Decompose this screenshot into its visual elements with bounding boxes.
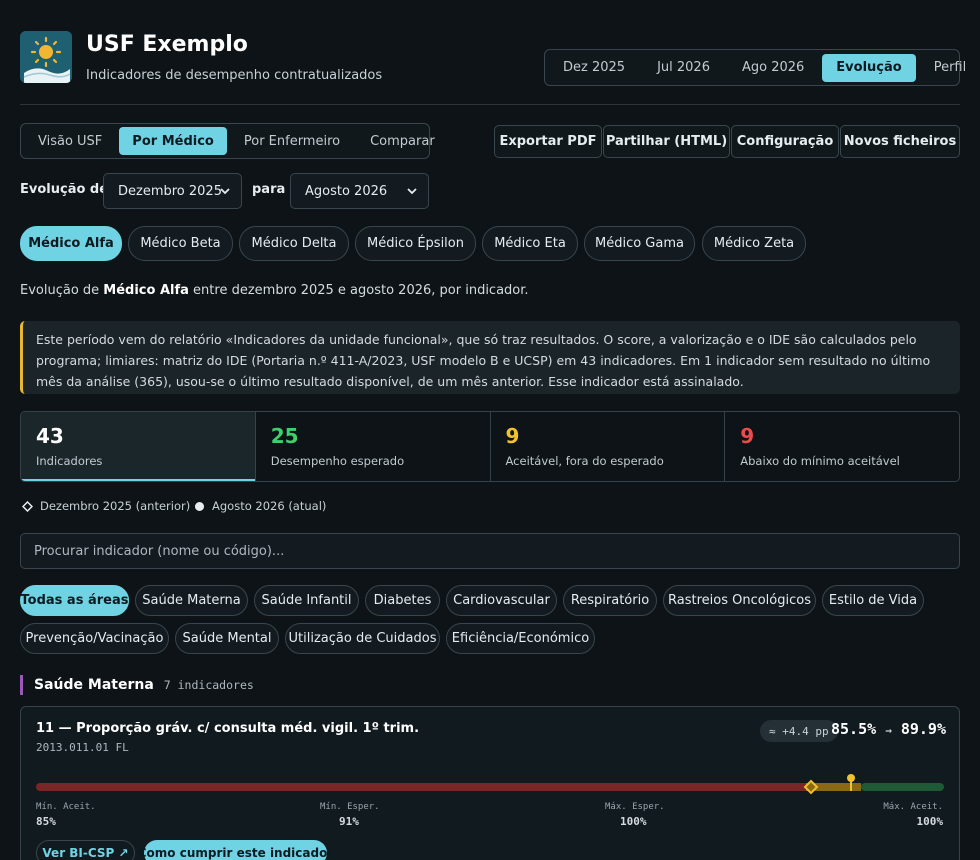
area-pill-saude-infantil[interactable]: Saúde Infantil	[254, 585, 359, 616]
threshold-max-acceptable-label: Máx. Aceit.	[883, 802, 943, 812]
evolution-to-label: para	[252, 182, 286, 197]
area-pill-saude-materna[interactable]: Saúde Materna	[135, 585, 248, 616]
doctor-pill-alfa[interactable]: Médico Alfa	[20, 226, 122, 261]
bi-csp-link[interactable]: Ver BI-CSP ↗	[36, 840, 135, 860]
intro-suffix: entre dezembro 2025 e agosto 2026, por i…	[188, 283, 529, 298]
previous-value: 85.5%	[831, 720, 877, 738]
indicator-code: 2013.011.01 FL	[36, 741, 129, 754]
evolution-intro: Evolução de Médico Alfa entre dezembro 2…	[20, 283, 529, 298]
arrow-right-icon: →	[885, 724, 892, 737]
stat-indicators[interactable]: 43 Indicadores	[21, 412, 256, 481]
stat-value: 9	[740, 424, 755, 448]
tab-jul-2026[interactable]: Jul 2026	[643, 54, 724, 82]
sun-landscape-icon	[20, 31, 72, 83]
section-count: 7 indicadores	[163, 678, 254, 692]
area-pill-saude-mental[interactable]: Saúde Mental	[175, 623, 279, 654]
evolution-from-value: Dezembro 2025	[118, 183, 222, 199]
stat-caption: Desempenho esperado	[270, 454, 405, 468]
tab-perfil[interactable]: Perfil	[920, 54, 980, 82]
stat-expected[interactable]: 25 Desempenho esperado	[256, 412, 491, 481]
area-pill-cardiovascular[interactable]: Cardiovascular	[446, 585, 557, 616]
share-html-button[interactable]: Partilhar (HTML)	[603, 125, 730, 158]
tab-por-enfermeiro[interactable]: Por Enfermeiro	[231, 127, 353, 155]
section-title: Saúde Materna	[34, 677, 154, 693]
doctor-pill-zeta[interactable]: Médico Zeta	[702, 226, 806, 261]
legend-previous-label: Dezembro 2025 (anterior)	[40, 499, 191, 513]
search-input[interactable]: Procurar indicador (nome ou código)...	[20, 533, 960, 569]
stat-value: 25	[270, 424, 299, 448]
area-pill-respiratorio[interactable]: Respiratório	[563, 585, 657, 616]
evolution-to-value: Agosto 2026	[305, 183, 388, 199]
zone-expected	[861, 783, 944, 791]
indicator-card[interactable]: 11 — Proporção gráv. c/ consulta méd. vi…	[20, 706, 960, 860]
stat-acceptable[interactable]: 9 Aceitável, fora do esperado	[491, 412, 726, 481]
chevron-down-icon	[407, 188, 417, 195]
header-divider	[20, 104, 960, 105]
dot-marker-icon	[195, 501, 204, 511]
threshold-min-acceptable-value: 85%	[36, 815, 56, 828]
doctor-pill-epsilon[interactable]: Médico Épsilon	[355, 226, 476, 261]
area-pill-diabetes[interactable]: Diabetes	[365, 585, 440, 616]
stat-value: 43	[36, 424, 64, 448]
how-to-comply-button[interactable]: Como cumprir este indicador	[138, 840, 333, 860]
delta-badge: ≈ +4.4 pp	[760, 720, 838, 742]
evolution-from-select[interactable]: Dezembro 2025	[103, 173, 242, 209]
doctor-pill-delta[interactable]: Médico Delta	[239, 226, 349, 261]
app-logo	[20, 31, 72, 83]
doctor-pill-eta[interactable]: Médico Eta	[482, 226, 578, 261]
tab-por-medico[interactable]: Por Médico	[119, 127, 227, 155]
tab-ago-2026[interactable]: Ago 2026	[728, 54, 818, 82]
area-pill-estilo-vida[interactable]: Estilo de Vida	[822, 585, 924, 616]
zone-below-minimum	[36, 783, 810, 791]
area-pill-prevencao[interactable]: Prevenção/Vacinação	[20, 623, 169, 654]
tab-comparar[interactable]: Comparar	[357, 127, 448, 155]
stat-caption: Indicadores	[36, 454, 103, 468]
app-title: USF Exemplo	[86, 32, 248, 57]
stat-caption: Aceitável, fora do esperado	[505, 454, 664, 468]
evolution-from-label: Evolução de	[20, 182, 109, 197]
chevron-down-icon	[220, 188, 230, 195]
section-header-saude-materna: Saúde Materna 7 indicadores	[20, 675, 254, 695]
intro-prefix: Evolução de	[20, 283, 104, 298]
legend-previous: Dezembro 2025 (anterior)	[22, 499, 190, 513]
tab-evolucao[interactable]: Evolução	[822, 53, 916, 82]
area-pill-utilizacao[interactable]: Utilização de Cuidados	[285, 623, 440, 654]
threshold-min-expected-label: Mín. Esper.	[320, 802, 380, 812]
threshold-max-expected-value: 100%	[620, 815, 647, 828]
area-pill-eficiencia[interactable]: Eficiência/Económico	[446, 623, 595, 654]
doctor-pill-beta[interactable]: Médico Beta	[128, 226, 233, 261]
view-tabs: Visão USF Por Médico Por Enfermeiro Comp…	[20, 123, 435, 159]
intro-doctor-name: Médico Alfa	[103, 283, 189, 298]
stat-value: 9	[505, 424, 520, 448]
threshold-min-expected-value: 91%	[339, 815, 359, 828]
stat-caption: Abaixo do mínimo aceitável	[740, 454, 900, 468]
settings-button[interactable]: Configuração	[731, 125, 839, 158]
threshold-max-expected-label: Máx. Esper.	[605, 802, 665, 812]
period-tabs: Dez 2025 Jul 2026 Ago 2026 Evolução Perf…	[544, 49, 966, 86]
evolution-to-select[interactable]: Agosto 2026	[290, 173, 429, 209]
data-source-notice: Este período vem do relatório «Indicador…	[20, 321, 960, 394]
indicator-range-bar	[36, 774, 944, 795]
new-files-button[interactable]: Novos ficheiros	[840, 125, 960, 158]
legend-current: Agosto 2026 (atual)	[194, 499, 326, 513]
threshold-max-acceptable-value: 100%	[916, 815, 944, 828]
export-pdf-button[interactable]: Exportar PDF	[494, 125, 602, 158]
summary-stats: 43 Indicadores 25 Desempenho esperado 9 …	[20, 411, 960, 482]
threshold-min-acceptable-label: Mín. Aceit.	[36, 802, 96, 812]
stat-below-minimum[interactable]: 9 Abaixo do mínimo aceitável	[725, 412, 959, 481]
indicator-title: 11 — Proporção gráv. c/ consulta méd. vi…	[36, 721, 420, 736]
current-value: 89.9%	[900, 720, 946, 738]
indicator-values: 85.5% → 89.9%	[831, 720, 946, 738]
diamond-marker-icon	[22, 500, 33, 512]
area-pill-rastreios[interactable]: Rastreios Oncológicos	[663, 585, 816, 616]
tab-visao-usf[interactable]: Visão USF	[25, 127, 115, 155]
tab-dez-2025[interactable]: Dez 2025	[549, 54, 639, 82]
app-subtitle: Indicadores de desempenho contratualizad…	[86, 68, 383, 83]
legend-current-label: Agosto 2026 (atual)	[212, 499, 327, 513]
doctor-pill-gama[interactable]: Médico Gama	[584, 226, 695, 261]
area-pill-todas[interactable]: Todas as áreas	[20, 585, 129, 616]
